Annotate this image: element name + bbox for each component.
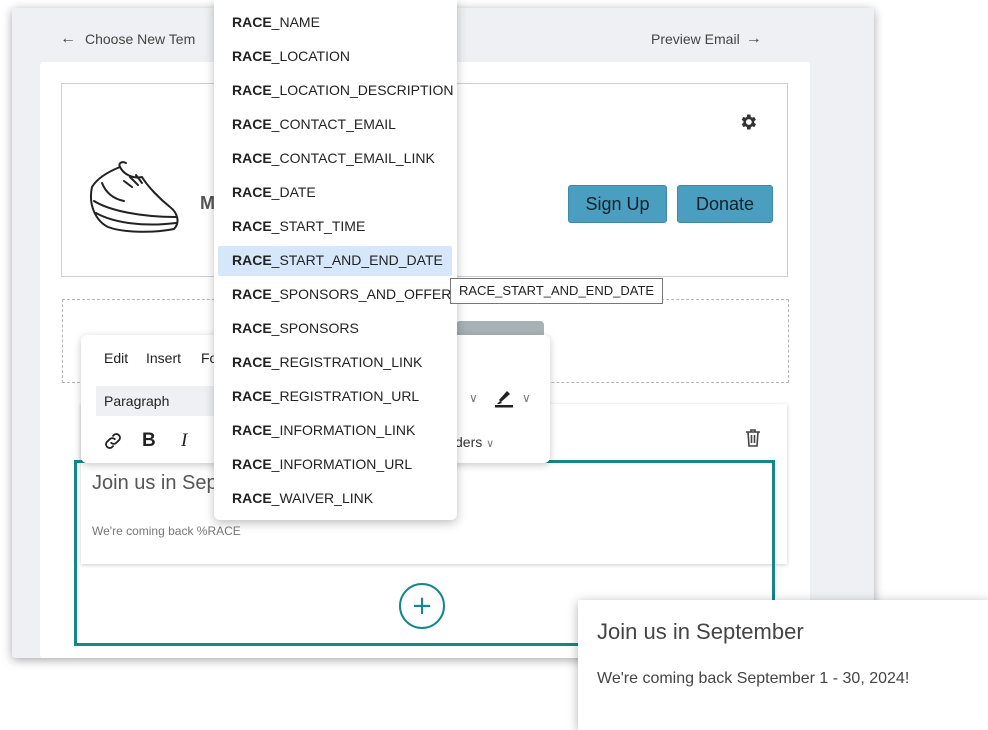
dropdown-item-rest: _CONTACT_EMAIL <box>271 116 396 132</box>
preview-email-label: Preview Email <box>651 31 740 47</box>
highlight-icon[interactable] <box>493 386 515 408</box>
bold-button[interactable]: B <box>142 430 156 452</box>
gear-icon[interactable] <box>738 112 758 132</box>
dropdown-item-match: RACE <box>232 320 272 336</box>
dropdown-item-match: RACE <box>232 116 272 132</box>
dropdown-item-rest: _DATE <box>271 184 316 200</box>
dropdown-item-match: RACE <box>232 82 272 98</box>
preview-body: We're coming back September 1 - 30, 2024… <box>597 670 910 687</box>
trash-icon[interactable] <box>745 428 761 448</box>
dropdown-item-match: RACE <box>232 184 272 200</box>
dropdown-item-rest: _START_AND_END_DATE <box>271 252 443 268</box>
dropdown-item-match: RACE <box>232 354 272 370</box>
dropdown-item-rest: _REGISTRATION_LINK <box>271 354 423 370</box>
dropdown-item[interactable]: RACE_START_AND_END_DATE <box>218 246 452 276</box>
link-icon[interactable] <box>102 430 124 452</box>
chevron-down-icon[interactable]: ∨ <box>522 391 531 405</box>
dropdown-item[interactable]: RACE_START_TIME <box>218 212 452 242</box>
menu-edit[interactable]: Edit <box>104 350 128 366</box>
choose-template-link[interactable]: ← Choose New Tem <box>60 30 195 48</box>
dropdown-item-rest: _INFORMATION_LINK <box>271 422 416 438</box>
borders-menu[interactable]: ders ∨ <box>455 434 494 450</box>
arrow-left-icon: ← <box>60 30 76 47</box>
text-block-body[interactable]: We're coming back %RACE <box>92 524 241 538</box>
dropdown-item-match: RACE <box>232 456 272 472</box>
dropdown-item-rest: _INFORMATION_URL <box>271 456 413 472</box>
dropdown-item[interactable]: RACE_REGISTRATION_URL <box>218 382 452 412</box>
tooltip: RACE_START_AND_END_DATE <box>450 278 664 304</box>
italic-button[interactable]: I <box>181 430 187 452</box>
dropdown-item[interactable]: RACE_CONTACT_EMAIL <box>218 110 452 140</box>
dropdown-item-rest: _WAIVER_LINK <box>271 490 374 506</box>
plus-circle-icon[interactable]: + <box>399 583 445 629</box>
borders-menu-label: ders <box>455 434 483 450</box>
dropdown-item-match: RACE <box>232 490 272 506</box>
dropdown-item-match: RACE <box>232 218 272 234</box>
dropdown-item-match: RACE <box>232 252 272 268</box>
dropdown-item-match: RACE <box>232 422 272 438</box>
donate-button[interactable]: Donate <box>677 185 773 223</box>
dropdown-item-rest: _NAME <box>271 14 320 30</box>
sign-up-button[interactable]: Sign Up <box>568 185 667 223</box>
chevron-down-icon: ∨ <box>486 438 495 450</box>
dropdown-item-rest: _START_TIME <box>271 218 366 234</box>
menu-insert[interactable]: Insert <box>146 350 181 366</box>
dropdown-item-match: RACE <box>232 14 272 30</box>
dropdown-item-rest: _LOCATION_DESCRIPTION <box>271 82 454 98</box>
arrow-right-icon: → <box>745 30 762 47</box>
dropdown-item[interactable]: RACE_REGISTRATION_LINK <box>218 348 452 378</box>
dropdown-item-match: RACE <box>232 150 272 166</box>
text-block-title[interactable]: Join us in Sep <box>92 472 218 495</box>
preview-title: Join us in September <box>597 619 804 644</box>
dropdown-item-rest: _CONTACT_EMAIL_LINK <box>271 150 435 166</box>
choose-template-label: Choose New Tem <box>85 31 196 47</box>
dropdown-item[interactable]: RACE_INFORMATION_LINK <box>218 416 452 446</box>
dropdown-item[interactable]: RACE_SPONSORS <box>218 314 452 344</box>
block-format-select[interactable]: Paragraph <box>96 386 216 416</box>
dropdown-item[interactable]: RACE_LOCATION_DESCRIPTION <box>218 76 454 106</box>
dropdown-item-match: RACE <box>232 286 272 302</box>
brand-name-text: M <box>200 193 215 213</box>
dropdown-item-match: RACE <box>232 388 272 404</box>
dropdown-item[interactable]: RACE_WAIVER_LINK <box>218 484 452 514</box>
dropdown-item-rest: _SPONSORS <box>271 320 359 336</box>
dropdown-item[interactable]: RACE_DATE <box>218 178 452 208</box>
dropdown-item[interactable]: RACE_CONTACT_EMAIL_LINK <box>218 144 452 174</box>
dropdown-item-rest: _REGISTRATION_URL <box>271 388 420 404</box>
dropdown-item[interactable]: RACE_INFORMATION_URL <box>218 450 452 480</box>
dropdown-item[interactable]: RACE_LOCATION <box>218 42 452 72</box>
merge-tag-dropdown: RACE_NAME RACE_LOCATION RACE_LOCATION_DESC… <box>214 0 461 520</box>
preview-email-link[interactable]: Preview Email → <box>651 30 762 48</box>
dropdown-item[interactable]: RACE_SPONSORS_AND_OFFERS <box>218 280 461 310</box>
dropdown-item-match: RACE <box>232 48 272 64</box>
dropdown-item-rest: _SPONSORS_AND_OFFERS <box>271 286 461 302</box>
dropdown-item-rest: _LOCATION <box>271 48 350 64</box>
dropdown-item[interactable]: RACE_NAME <box>218 8 452 38</box>
chevron-down-icon[interactable]: ∨ <box>469 391 478 405</box>
running-shoe-icon <box>90 161 179 233</box>
